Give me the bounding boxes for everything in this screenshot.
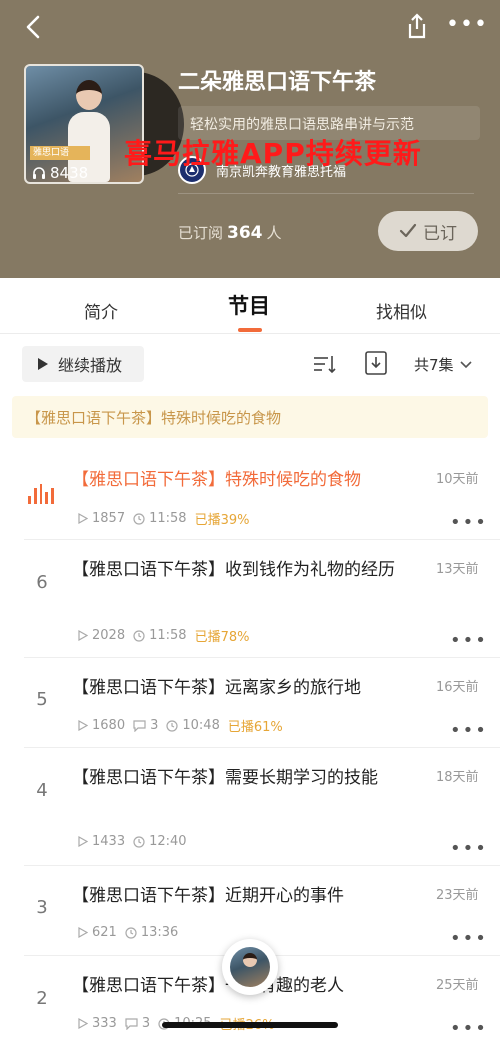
share-icon[interactable] [404, 12, 430, 40]
clock-icon [166, 719, 178, 732]
played-progress: 已播39% [194, 513, 250, 528]
back-arrow-icon[interactable] [22, 14, 46, 40]
subscriber-count: 已订阅 364 人 [178, 223, 282, 243]
play-count-icon [78, 630, 88, 641]
episode-title[interactable]: 【雅思口语下午茶】需要长期学习的技能 [72, 764, 412, 792]
more-menu-icon[interactable]: ••• [446, 14, 487, 40]
active-tab-indicator [238, 328, 262, 332]
play-count-icon [78, 1018, 88, 1029]
episode-number: 5 [36, 689, 48, 710]
episode-more-icon[interactable]: ••• [450, 512, 488, 533]
clock-icon [133, 835, 145, 848]
episode-date: 23天前 [436, 888, 479, 903]
watermark-overlay: 喜马拉雅APP持续更新 [124, 137, 422, 170]
continue-play-label: 继续播放 [58, 356, 123, 375]
episode-title[interactable]: 【雅思口语下午茶】特殊时候吃的食物 [72, 466, 412, 494]
clock-icon [125, 926, 137, 939]
tab-episodes[interactable]: 节目 [228, 290, 270, 320]
checkmark-icon [399, 223, 417, 238]
play-count-icon [78, 513, 88, 524]
comment-icon [133, 719, 146, 732]
episode-number: 2 [36, 988, 48, 1009]
tab-bar: 简介 节目 找相似 [0, 278, 500, 334]
episode-meta: 621 13:36 [78, 925, 178, 940]
episode-date: 18天前 [436, 770, 479, 785]
episode-date: 16天前 [436, 680, 479, 695]
cover-tag: 雅思口语 [30, 146, 90, 160]
played-progress: 已播78% [194, 630, 250, 645]
episode-date: 25天前 [436, 978, 479, 993]
now-playing-equalizer-icon [28, 484, 54, 504]
episode-meta: 1857 11:58 已播39% [78, 509, 249, 528]
episode-more-icon[interactable]: ••• [450, 1018, 488, 1038]
episode-number: 4 [36, 780, 48, 801]
episode-title[interactable]: 【雅思口语下午茶】近期开心的事件 [72, 882, 412, 910]
clock-icon [133, 512, 145, 525]
play-count-icon [78, 927, 88, 938]
subscribed-label: 已订 [423, 223, 457, 244]
episode-meta: 2028 11:58 已播78% [78, 626, 249, 645]
tab-intro[interactable]: 简介 [84, 298, 118, 323]
episode-more-icon[interactable]: ••• [450, 630, 488, 651]
cover-play-count: 8438 [32, 164, 88, 182]
chevron-down-icon [459, 360, 472, 368]
tab-similar[interactable]: 找相似 [376, 298, 427, 323]
play-icon [38, 358, 48, 370]
episode-meta: 1433 12:40 [78, 834, 187, 849]
home-indicator [162, 1022, 338, 1028]
episode-toolbar: 继续播放 共7集 [0, 334, 500, 396]
clock-icon [133, 629, 145, 642]
play-count-icon [78, 720, 88, 731]
subscribed-button[interactable]: 已订 [378, 211, 478, 251]
sort-icon[interactable] [312, 352, 336, 376]
episode-meta: 1680 3 10:48 已播61% [78, 716, 283, 735]
played-progress: 已播61% [227, 720, 283, 735]
episode-date: 10天前 [436, 472, 479, 487]
recently-played-banner[interactable]: 【雅思口语下午茶】特殊时候吃的食物 [12, 396, 488, 438]
comment-icon [125, 1017, 138, 1030]
episode-count-label: 共7集 [414, 356, 454, 374]
episode-number: 3 [36, 897, 48, 918]
header-divider [178, 193, 474, 194]
album-title: 二朵雅思口语下午茶 [178, 70, 377, 95]
download-icon[interactable] [364, 350, 388, 376]
mini-player-cover [230, 947, 270, 987]
episode-title[interactable]: 【雅思口语下午茶】收到钱作为礼物的经历 [72, 556, 412, 584]
continue-play-button[interactable]: 继续播放 [22, 346, 144, 382]
episode-date: 13天前 [436, 562, 479, 577]
episode-more-icon[interactable]: ••• [450, 720, 488, 741]
album-header: ••• 雅思口语 8438 二朵雅思口语下午茶 轻松实用的雅思口语思路串讲与示范… [0, 0, 500, 278]
play-count-icon [78, 836, 88, 847]
mini-player-button[interactable] [222, 939, 278, 995]
episode-more-icon[interactable]: ••• [450, 928, 488, 949]
episode-number: 6 [36, 572, 48, 593]
episode-title[interactable]: 【雅思口语下午茶】远离家乡的旅行地 [72, 674, 412, 702]
episode-count-dropdown[interactable]: 共7集 [414, 354, 472, 375]
episode-more-icon[interactable]: ••• [450, 838, 488, 859]
cover-play-count-value: 8438 [50, 164, 89, 182]
headphones-icon [33, 167, 45, 179]
